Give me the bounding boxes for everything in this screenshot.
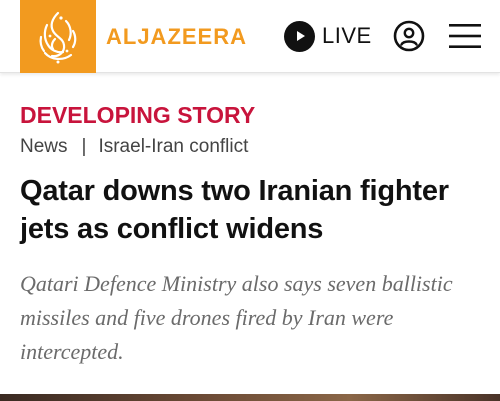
article-headline: Qatar downs two Iranian fighter jets as … <box>20 175 449 245</box>
live-label: LIVE <box>322 23 372 48</box>
hero-image <box>0 394 500 401</box>
play-icon <box>284 20 315 52</box>
article-page: ALJAZEERA LIVE DEVELOPING STORY News | I… <box>0 0 500 401</box>
breadcrumb-link-topic[interactable]: Israel-Iran conflict <box>98 136 248 158</box>
developing-story-kicker: DEVELOPING STORY <box>20 102 256 128</box>
logo-wordmark: ALJAZEERA <box>106 24 248 49</box>
menu-button[interactable] <box>448 22 482 50</box>
user-icon <box>393 20 425 52</box>
breadcrumb-link-news[interactable]: News <box>20 136 68 158</box>
breadcrumb: News | Israel-Iran conflict <box>20 135 248 159</box>
account-button[interactable] <box>393 20 425 52</box>
home-logo-link[interactable]: ALJAZEERA <box>0 0 246 73</box>
aljazeera-logo-icon <box>20 0 96 73</box>
live-button[interactable]: LIVE <box>284 18 372 54</box>
article-standfirst: Qatari Defence Ministry also says seven … <box>20 271 453 364</box>
site-header: ALJAZEERA LIVE <box>0 0 500 73</box>
hamburger-menu-icon <box>449 24 481 48</box>
breadcrumb-separator: | <box>81 136 87 157</box>
